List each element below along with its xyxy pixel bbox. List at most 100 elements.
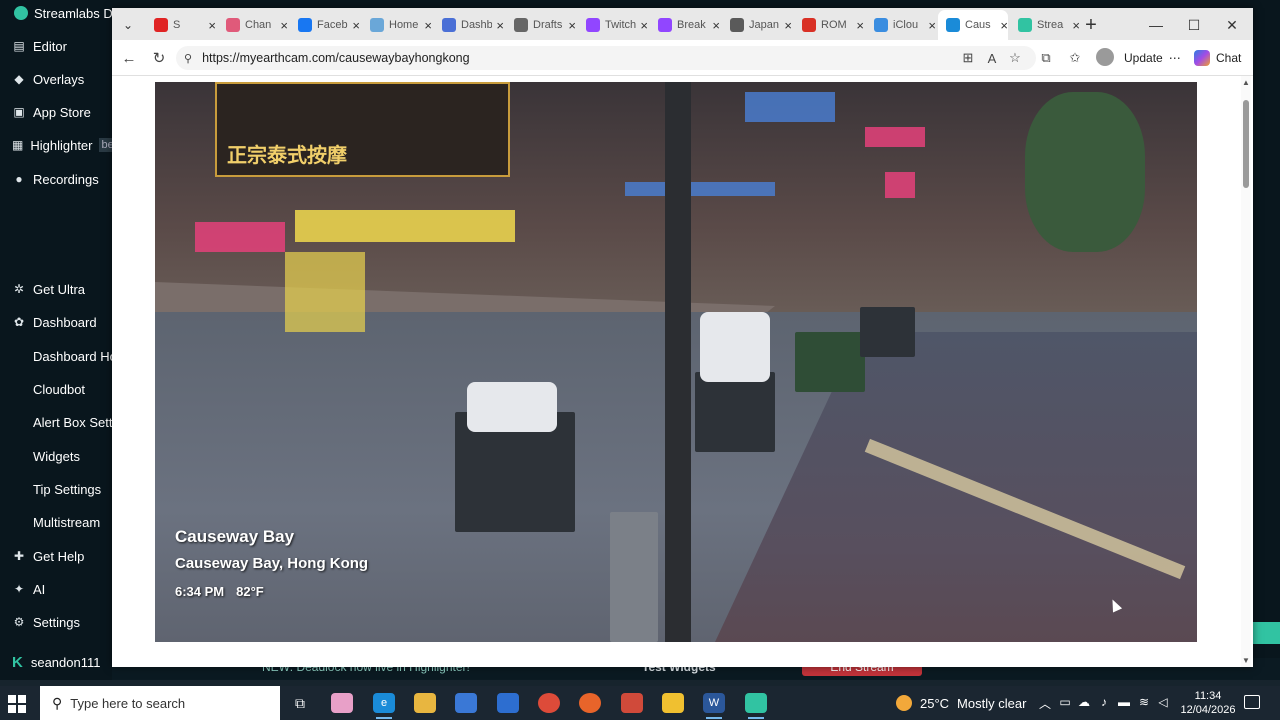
file-explorer-icon[interactable] — [414, 693, 436, 713]
streamlabs-app-icon[interactable] — [745, 693, 767, 719]
edge-app-icon[interactable]: e — [373, 693, 395, 719]
tab-close-icon[interactable]: × — [928, 18, 936, 33]
windows-start-icon[interactable] — [8, 695, 26, 713]
battery-icon[interactable]: ▬ — [1117, 695, 1131, 709]
extensions-icon[interactable]: ⧉ — [1036, 49, 1056, 67]
nav-dashboard[interactable]: ✿ Dashboard — [0, 312, 112, 332]
outlook-app-icon[interactable] — [497, 693, 519, 713]
copilot-chat-button[interactable]: Chat — [1194, 48, 1241, 68]
weather-widget[interactable]: 25°C Mostly clear — [896, 686, 1026, 720]
tab-edge[interactable]: Caus × — [938, 10, 1008, 40]
app-icon[interactable] — [621, 693, 643, 713]
tab-dashboard[interactable]: Dashb × — [434, 12, 504, 38]
microphone-icon[interactable]: ♪ — [1097, 695, 1111, 709]
nav-get-ultra[interactable]: ✲ Get Ultra — [0, 279, 112, 299]
tab-close-icon[interactable]: × — [784, 18, 792, 33]
streamlabs-title: Streamlabs De — [0, 0, 120, 26]
nav-editor[interactable]: ▤ Editor — [0, 36, 112, 56]
site-info-icon[interactable]: ⚲ — [184, 52, 192, 65]
tab-icloud[interactable]: iClou × — [866, 12, 936, 38]
tab-gmail[interactable]: ROM × — [794, 12, 864, 38]
nav-label: AI — [33, 581, 46, 597]
nav-get-help[interactable]: ✚ Get Help — [0, 546, 112, 566]
tab-streamlabs[interactable]: Strea × — [1010, 12, 1080, 38]
app-available-icon[interactable]: ⊞ — [958, 49, 978, 67]
tab-twitch[interactable]: Break × — [650, 12, 720, 38]
notifications-icon[interactable] — [1244, 695, 1260, 709]
minimize-icon[interactable]: — — [1144, 14, 1168, 36]
nav-dashboard-home[interactable]: Dashboard Hor — [0, 346, 112, 366]
nav-highlighter[interactable]: ▦ Highlighter be — [0, 135, 112, 155]
new-tab-button[interactable]: + — [1080, 14, 1102, 36]
favorites-icon[interactable]: ✩ — [1065, 49, 1085, 67]
tab-twitch[interactable]: Twitch × — [578, 12, 648, 38]
store-app-icon[interactable] — [455, 693, 477, 713]
favorite-star-icon[interactable]: ☆ — [1005, 49, 1025, 67]
show-hidden-icons[interactable]: ︿ — [1038, 695, 1052, 712]
clock[interactable]: 11:34 12/04/2026 — [1180, 689, 1236, 717]
tab-actions-icon[interactable]: ⌄ — [116, 14, 140, 36]
tab-label: Break — [677, 19, 706, 31]
wifi-icon[interactable]: ≋ — [1137, 695, 1151, 709]
tab-close-icon[interactable]: × — [1000, 18, 1008, 33]
tab-youtube[interactable]: S × — [146, 12, 216, 38]
sticky-notes-icon[interactable] — [662, 693, 684, 713]
nav-overlays[interactable]: ◆ Overlays — [0, 69, 112, 89]
profile-avatar[interactable] — [1096, 48, 1114, 66]
volume-icon[interactable]: ◁ — [1156, 695, 1170, 709]
tab-close-icon[interactable]: × — [712, 18, 720, 33]
copilot-app-icon[interactable] — [331, 693, 353, 713]
task-view-icon[interactable]: ⧉ — [289, 693, 311, 713]
tray-app-icon[interactable]: ▭ — [1058, 695, 1072, 709]
close-icon[interactable]: ✕ — [1220, 14, 1244, 36]
firefox-app-icon[interactable] — [579, 693, 601, 713]
nav-cloudbot[interactable]: Cloudbot — [0, 379, 112, 399]
user-account[interactable]: K seandon111 — [0, 648, 112, 676]
chrome-app-icon[interactable] — [538, 693, 560, 713]
nav-ai[interactable]: ✦ AI — [0, 579, 112, 599]
scroll-thumb[interactable] — [1243, 100, 1249, 188]
tab-close-icon[interactable]: × — [424, 18, 432, 33]
tab-label: Home — [389, 19, 419, 31]
tab-drafts[interactable]: Drafts × — [506, 12, 576, 38]
nav-label: Get Help — [33, 548, 85, 564]
tab-close-icon[interactable]: × — [568, 18, 576, 33]
cloud-icon[interactable]: ☁ — [1077, 695, 1091, 709]
scroll-down-icon[interactable]: ▼ — [1241, 656, 1251, 665]
lemon-tea-sign — [295, 210, 515, 242]
nav-label: Cloudbot — [33, 381, 86, 397]
edge-icon — [946, 18, 960, 32]
more-icon[interactable]: ⋯ — [1169, 51, 1181, 65]
maximize-icon[interactable]: ☐ — [1182, 14, 1206, 36]
tab-close-icon[interactable]: × — [208, 18, 216, 33]
nav-settings[interactable]: ⚙ Settings — [0, 612, 112, 632]
nav-recordings[interactable]: ● Recordings — [0, 169, 112, 189]
update-button[interactable]: Update ⋯ — [1124, 48, 1181, 68]
tab-close-icon[interactable]: × — [640, 18, 648, 33]
nav-alert-box[interactable]: Alert Box Settin — [0, 412, 112, 432]
scrollbar[interactable]: ▲ ▼ — [1241, 76, 1251, 667]
tab-facebook[interactable]: Faceb × — [290, 12, 360, 38]
nav-tip-settings[interactable]: Tip Settings — [0, 479, 112, 499]
tab-close-icon[interactable]: × — [1072, 18, 1080, 33]
webcam-feed[interactable]: 正宗泰式按摩 Causeway Bay Causeway Bay, Hong K… — [155, 82, 1197, 642]
nav-widgets[interactable]: Widgets — [0, 446, 112, 466]
tab-close-icon[interactable]: × — [856, 18, 864, 33]
read-aloud-icon[interactable]: A — [982, 49, 1002, 67]
nav-label: Widgets — [33, 448, 80, 464]
refresh-icon[interactable]: ↻ — [148, 48, 170, 68]
taskbar-search-input[interactable]: ⚲ Type here to search — [40, 686, 280, 720]
scroll-up-icon[interactable]: ▲ — [1241, 78, 1251, 87]
back-icon[interactable]: ← — [118, 48, 140, 68]
nav-app-store[interactable]: ▣ App Store — [0, 102, 112, 122]
nav-multistream[interactable]: Multistream — [0, 512, 112, 532]
tab-search[interactable]: Japan × — [722, 12, 792, 38]
nav-label: Overlays — [33, 71, 85, 87]
tab-close-icon[interactable]: × — [496, 18, 504, 33]
tab-home[interactable]: Home × — [362, 12, 432, 38]
word-app-icon[interactable]: W — [703, 693, 725, 719]
tab-close-icon[interactable]: × — [352, 18, 360, 33]
url-input[interactable]: ⚲ https://myearthcam.com/causewaybayhong… — [176, 46, 1036, 70]
tab-channel[interactable]: Chan × — [218, 12, 288, 38]
tab-close-icon[interactable]: × — [280, 18, 288, 33]
